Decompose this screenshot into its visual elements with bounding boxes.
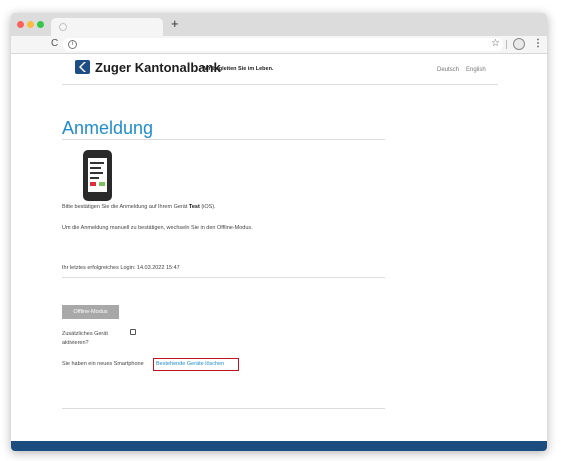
maximize-window-button[interactable]: [37, 21, 44, 28]
page-footer: [11, 441, 547, 451]
new-tab-button[interactable]: +: [171, 17, 179, 31]
bookmark-star-icon[interactable]: ☆: [491, 37, 500, 51]
delete-devices-highlight: Bestehende Geräte löschen: [153, 358, 239, 371]
brand-tagline: Wir begleiten Sie im Leben.: [202, 66, 274, 72]
browser-tab[interactable]: [51, 18, 163, 36]
page-title: Anmeldung: [62, 118, 154, 139]
manual-hint: Um die Anmeldung manuell zu bestätigen, …: [62, 225, 253, 231]
bank-logo-icon[interactable]: [75, 60, 90, 74]
close-window-button[interactable]: [17, 21, 24, 28]
minimize-window-button[interactable]: [27, 21, 34, 28]
profile-avatar-icon[interactable]: [513, 38, 525, 50]
delete-devices-link[interactable]: Bestehende Geräte löschen: [156, 361, 224, 368]
language-link-de[interactable]: Deutsch: [437, 67, 459, 73]
browser-toolbar: C i ☆ ⋮: [11, 36, 547, 54]
header-divider: [62, 84, 498, 85]
offline-mode-button[interactable]: Offline-Modus: [62, 305, 119, 319]
language-link-en[interactable]: English: [466, 67, 486, 73]
toolbar-divider: [506, 40, 507, 49]
tab-favicon-icon: [59, 23, 67, 31]
reload-button[interactable]: C: [51, 37, 58, 51]
browser-menu-icon[interactable]: ⋮: [533, 37, 543, 51]
confirm-suffix: (iOS).: [199, 204, 216, 210]
confirm-prefix: Bitte bestätigen Sie die Anmeldung auf I…: [62, 204, 189, 210]
device-name: Test: [188, 204, 200, 210]
phone-screen: [88, 158, 107, 192]
bottom-divider: [62, 408, 385, 409]
tab-bar: +: [11, 13, 547, 36]
new-phone-text: Sie haben ein neues Smartphone: [62, 361, 144, 367]
browser-window: + C i ☆ ⋮ Zuger Kantonalbank Wir begleit…: [11, 13, 547, 451]
last-login-info: Ihr letztes erfolgreiches Login: 14.03.2…: [62, 265, 180, 271]
smartphone-icon: [83, 150, 112, 201]
title-divider: [62, 139, 385, 140]
confirm-instruction: Bitte bestätigen Sie die Anmeldung auf I…: [62, 204, 216, 211]
login-divider: [62, 277, 385, 278]
address-bar[interactable]: i: [63, 38, 503, 51]
additional-device-label: Zusätzliches Gerät aktivieren?: [62, 331, 108, 346]
additional-device-checkbox[interactable]: [130, 329, 136, 335]
site-info-icon[interactable]: i: [68, 40, 77, 49]
